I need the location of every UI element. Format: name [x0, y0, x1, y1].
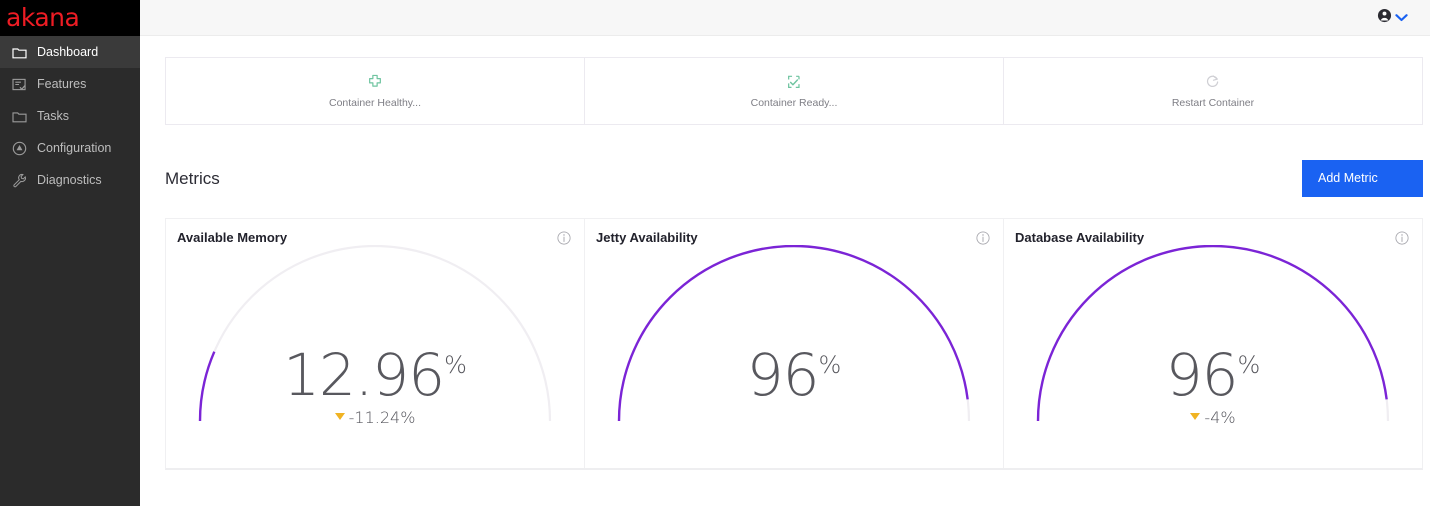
metric-title: Jetty Availability: [596, 230, 698, 245]
gauge-arc: [198, 245, 552, 422]
metric-card: Jetty Availability 96%: [585, 219, 1004, 468]
sidebar-item-label: Dashboard: [37, 45, 99, 59]
logo-text: akana: [6, 2, 80, 32]
add-metric-button[interactable]: Add Metric: [1302, 160, 1423, 197]
status-card-label: Container Healthy...: [328, 96, 422, 109]
gauge: 96% -4%: [1004, 245, 1422, 459]
sidebar-item-tasks[interactable]: Tasks: [0, 100, 140, 132]
sidebar-nav: Dashboard Features Tasks Configuration D…: [0, 36, 140, 196]
sidebar: akana Dashboard Features Tasks Configura…: [0, 0, 140, 506]
logo[interactable]: akana: [0, 0, 140, 36]
topbar: [140, 0, 1430, 36]
gauge: 96%: [585, 245, 1003, 459]
container-status-strip: Container Healthy... Container Ready... …: [165, 57, 1423, 125]
gauge-arc: [617, 245, 971, 422]
sidebar-item-label: Diagnostics: [37, 173, 102, 187]
sidebar-item-dashboard[interactable]: Dashboard: [0, 36, 140, 68]
circle-up-icon: [12, 141, 27, 156]
info-icon[interactable]: [557, 230, 571, 245]
chevron-down-icon: [1395, 9, 1408, 27]
folder-icon: [12, 109, 27, 124]
metric-card-header: Jetty Availability: [585, 219, 1003, 245]
sidebar-item-features[interactable]: Features: [0, 68, 140, 100]
wrench-icon: [12, 173, 27, 188]
dashboard-page: akana Dashboard Features Tasks Configura…: [0, 0, 1430, 506]
user-menu-button[interactable]: [1377, 8, 1408, 28]
metric-card-header: Database Availability: [1004, 219, 1422, 245]
metrics-header: Metrics Add Metric: [165, 160, 1423, 209]
gauge: 12.96% -11.24%: [166, 245, 584, 459]
status-card-container-ready[interactable]: Container Ready...: [585, 58, 1004, 124]
main-area: Container Healthy... Container Ready... …: [140, 0, 1430, 506]
checklist-icon: [12, 77, 27, 92]
metric-title: Available Memory: [177, 230, 288, 245]
metric-card-header: Available Memory: [166, 219, 584, 245]
sidebar-item-label: Features: [37, 77, 87, 91]
metric-title: Database Availability: [1015, 230, 1145, 245]
content: Container Healthy... Container Ready... …: [140, 57, 1430, 470]
sidebar-item-diagnostics[interactable]: Diagnostics: [0, 164, 140, 196]
check-box-icon: [786, 74, 802, 91]
gauge-arc: [1036, 245, 1390, 422]
metric-card: Database Availability 96% -4%: [1004, 219, 1422, 468]
status-card-label: Container Ready...: [750, 96, 838, 109]
page-title: Metrics: [165, 169, 220, 188]
folder-icon: [12, 45, 27, 60]
metrics-grid: Available Memory 12.96% -11.24% Jetty Av…: [165, 218, 1423, 470]
metric-card: Available Memory 12.96% -11.24%: [166, 219, 585, 468]
sidebar-item-configuration[interactable]: Configuration: [0, 132, 140, 164]
account-circle-icon: [1377, 8, 1392, 28]
status-card-container-healthy[interactable]: Container Healthy...: [166, 58, 585, 124]
info-icon[interactable]: [976, 230, 990, 245]
info-icon[interactable]: [1395, 230, 1409, 245]
restart-icon: [1205, 74, 1221, 91]
sidebar-item-label: Tasks: [37, 109, 69, 123]
health-cross-icon: [367, 74, 383, 91]
sidebar-item-label: Configuration: [37, 141, 112, 155]
status-card-restart-container[interactable]: Restart Container: [1004, 58, 1422, 124]
status-card-label: Restart Container: [1171, 96, 1255, 109]
